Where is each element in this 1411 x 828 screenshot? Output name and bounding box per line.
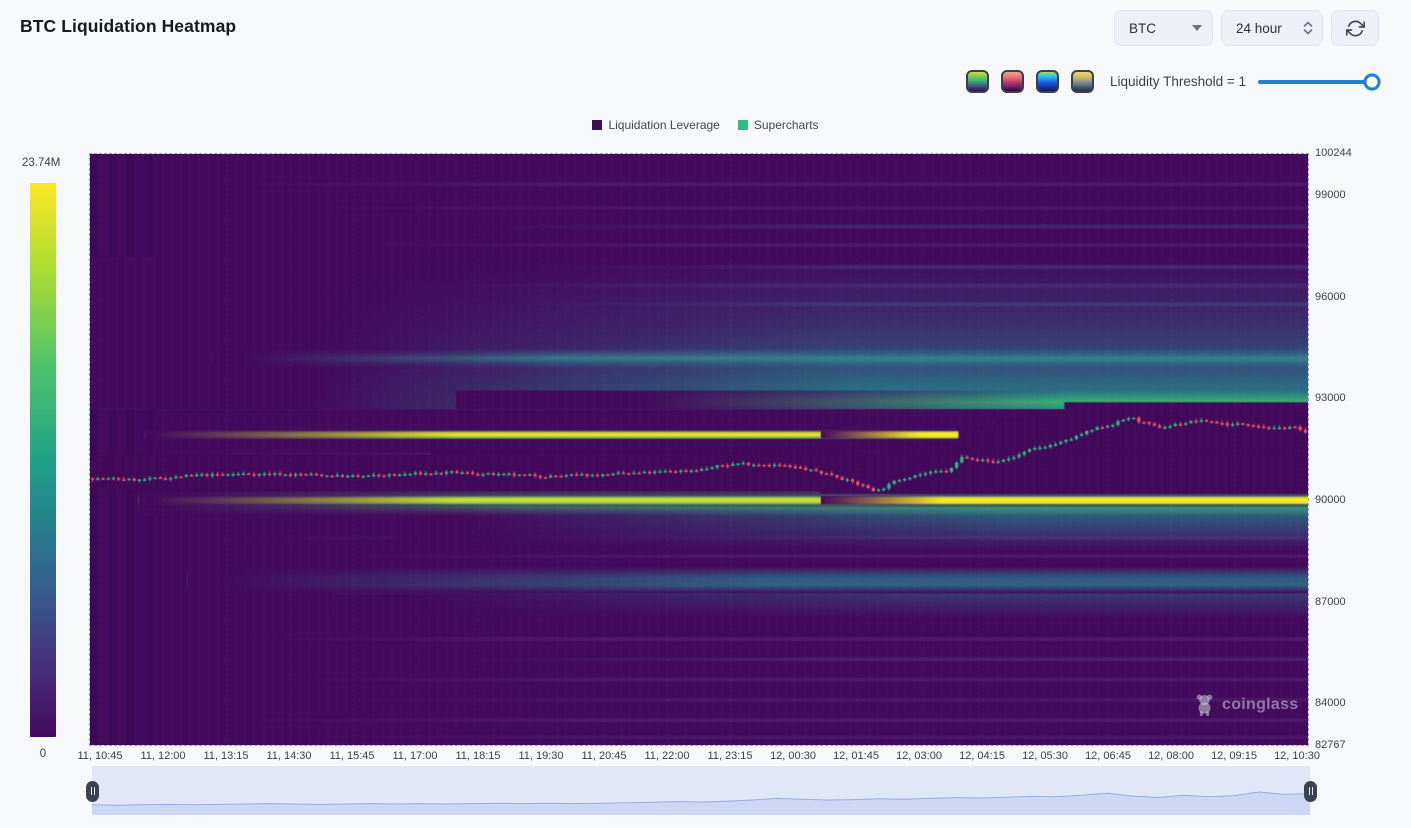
palette-cividis-button[interactable] bbox=[1071, 70, 1094, 93]
time-axis-label: 12, 09:15 bbox=[1211, 750, 1257, 762]
time-axis-label: 12, 01:45 bbox=[833, 750, 879, 762]
slider-track[interactable] bbox=[1258, 80, 1380, 84]
time-axis-label: 11, 14:30 bbox=[266, 750, 311, 762]
spinner-icon bbox=[1302, 20, 1314, 36]
time-axis-label: 12, 03:00 bbox=[896, 750, 942, 762]
time-axis-label: 11, 10:45 bbox=[77, 750, 122, 762]
top-controls: BTC 24 hour bbox=[1114, 10, 1379, 46]
price-axis-label: 96000 bbox=[1315, 291, 1346, 303]
range-navigator[interactable] bbox=[92, 766, 1310, 815]
refresh-button[interactable] bbox=[1331, 10, 1379, 46]
time-axis-label: 12, 00:30 bbox=[770, 750, 816, 762]
time-axis-label: 11, 19:30 bbox=[518, 750, 563, 762]
interval-select[interactable]: 24 hour bbox=[1221, 10, 1323, 46]
palette-viridis-button[interactable] bbox=[966, 70, 989, 93]
chart-legend: Liquidation Leverage Supercharts bbox=[0, 118, 1411, 132]
heatmap-toolbar: Liquidity Threshold = 1 bbox=[966, 70, 1380, 93]
colorbar-min-label: 0 bbox=[30, 748, 56, 760]
navigator-right-handle[interactable] bbox=[1304, 781, 1317, 802]
price-axis-label: 84000 bbox=[1315, 697, 1346, 709]
threshold-slider[interactable] bbox=[1258, 74, 1380, 90]
price-axis-label: 87000 bbox=[1315, 596, 1346, 608]
navigator-area-chart bbox=[92, 766, 1310, 815]
heatmap-plot[interactable] bbox=[89, 153, 1309, 746]
legend-swatch bbox=[738, 120, 748, 130]
time-axis-label: 12, 10:30 bbox=[1274, 750, 1320, 762]
palette-magma-button[interactable] bbox=[1001, 70, 1024, 93]
symbol-select[interactable]: BTC bbox=[1114, 10, 1213, 46]
time-axis-label: 11, 17:00 bbox=[392, 750, 437, 762]
time-axis-label: 11, 15:45 bbox=[329, 750, 374, 762]
time-axis-label: 11, 12:00 bbox=[140, 750, 185, 762]
slider-handle[interactable] bbox=[1364, 73, 1381, 90]
symbol-select-value: BTC bbox=[1129, 21, 1156, 36]
time-axis-label: 11, 23:15 bbox=[707, 750, 752, 762]
time-axis-label: 12, 05:30 bbox=[1022, 750, 1068, 762]
legend-label: Supercharts bbox=[754, 118, 819, 132]
heatmap-canvas[interactable] bbox=[90, 154, 1308, 745]
price-axis-label: 93000 bbox=[1315, 392, 1346, 404]
price-axis-label: 99000 bbox=[1315, 189, 1346, 201]
colorbar-max-label: 23.74M bbox=[22, 157, 60, 169]
time-axis-label: 12, 08:00 bbox=[1148, 750, 1194, 762]
time-axis-label: 11, 13:15 bbox=[203, 750, 248, 762]
legend-item-0[interactable]: Liquidation Leverage bbox=[592, 118, 719, 132]
interval-select-value: 24 hour bbox=[1236, 21, 1282, 36]
navigator-left-handle[interactable] bbox=[86, 781, 99, 802]
price-axis-label: 100244 bbox=[1315, 147, 1352, 159]
liquidation-heatmap-page: BTC Liquidation Heatmap BTC 24 hour Liqu… bbox=[0, 0, 1411, 828]
time-axis-label: 12, 06:45 bbox=[1085, 750, 1131, 762]
palette-buttons bbox=[966, 70, 1094, 93]
page-title: BTC Liquidation Heatmap bbox=[20, 16, 236, 37]
price-axis-label: 90000 bbox=[1315, 494, 1346, 506]
threshold-label: Liquidity Threshold = 1 bbox=[1110, 74, 1246, 89]
time-axis-label: 11, 20:45 bbox=[581, 750, 626, 762]
legend-label: Liquidation Leverage bbox=[608, 118, 719, 132]
legend-item-1[interactable]: Supercharts bbox=[738, 118, 819, 132]
legend-swatch bbox=[592, 120, 602, 130]
chevron-down-icon bbox=[1192, 25, 1202, 31]
refresh-icon bbox=[1346, 19, 1365, 38]
colorbar bbox=[30, 183, 56, 737]
time-axis-label: 11, 22:00 bbox=[644, 750, 689, 762]
time-axis-label: 12, 04:15 bbox=[959, 750, 1005, 762]
time-axis-label: 11, 18:15 bbox=[455, 750, 500, 762]
palette-ocean-button[interactable] bbox=[1036, 70, 1059, 93]
